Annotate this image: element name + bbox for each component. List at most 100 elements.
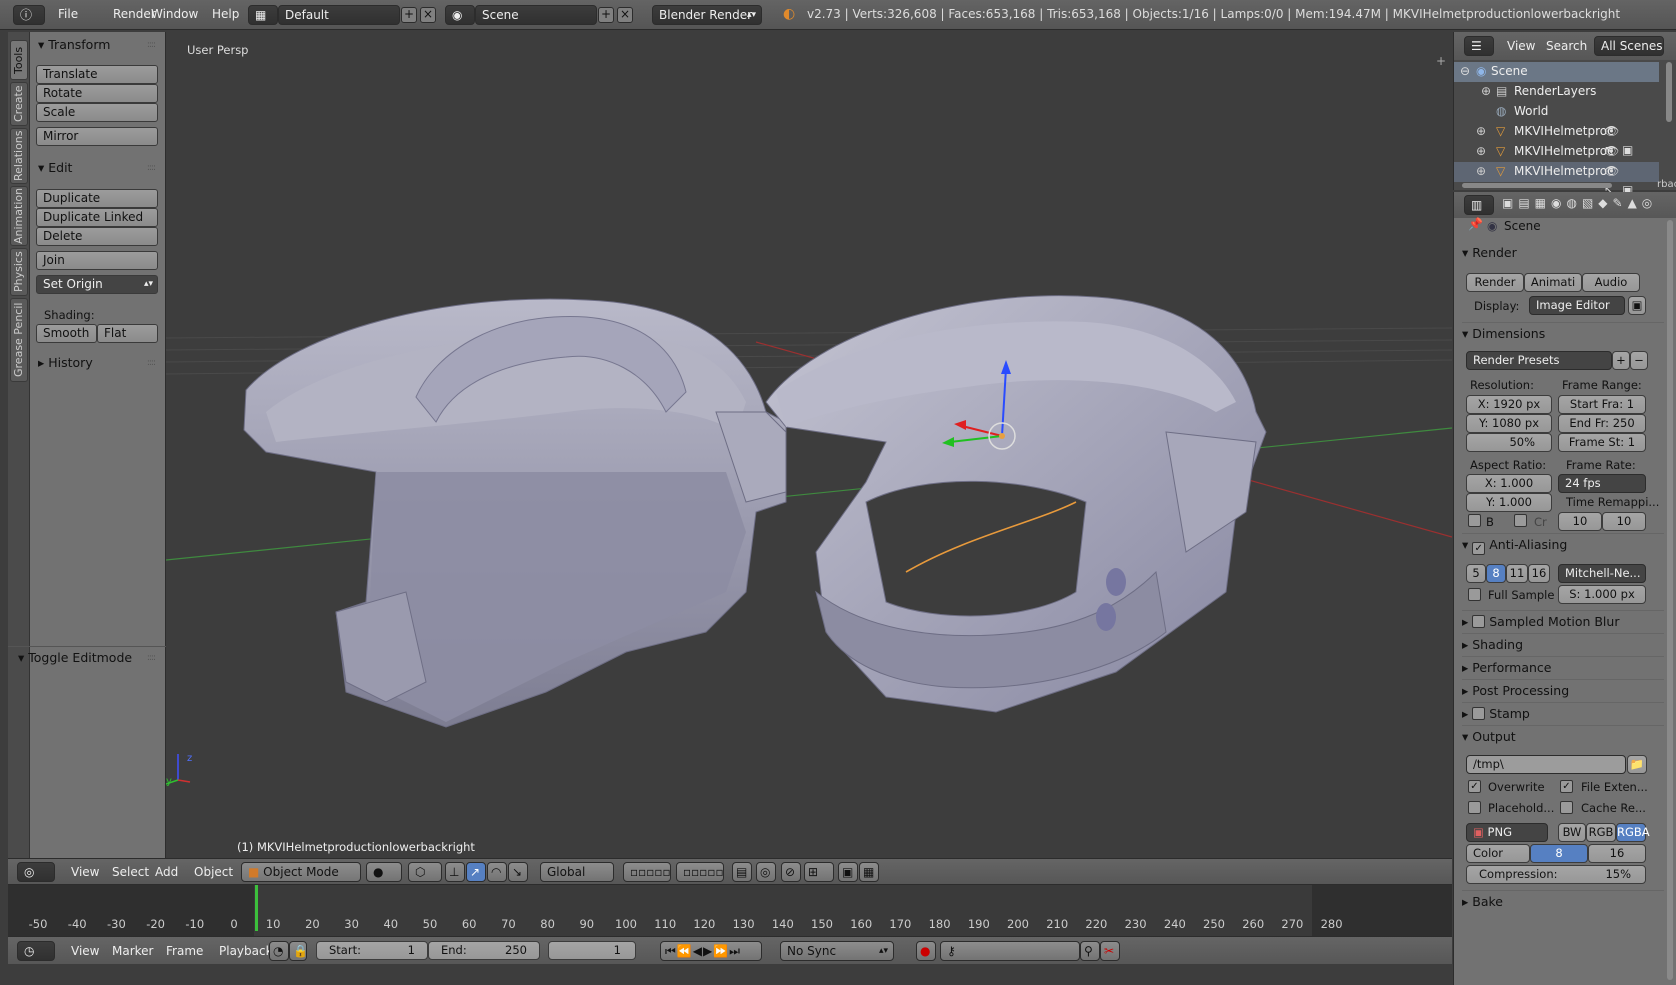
add-preset-icon[interactable]: +: [1612, 351, 1630, 370]
file-extensions-checkbox[interactable]: ✓: [1560, 780, 1573, 793]
sync-mode-select[interactable]: No Sync ▴▾: [780, 941, 894, 961]
rotate-manipulator-icon[interactable]: ◠: [487, 862, 507, 882]
layers-grid-2[interactable]: ▫▫▫▫▫: [676, 862, 724, 882]
stamp-checkbox[interactable]: [1472, 707, 1486, 720]
pivot-point-select[interactable]: ⬡: [408, 862, 442, 882]
add-scene-icon[interactable]: +: [598, 7, 614, 23]
translate-manipulator-icon[interactable]: ↗: [466, 862, 486, 882]
outliner-menu-view[interactable]: View: [1507, 39, 1535, 53]
render-panel-header[interactable]: ▾ Render: [1462, 242, 1664, 264]
expand-icon[interactable]: ⊕: [1476, 122, 1486, 141]
shading-panel-header[interactable]: ▸ Shading: [1462, 633, 1664, 655]
outliner-filter-select[interactable]: All Scenes: [1594, 36, 1664, 56]
editor-type-outliner-button[interactable]: ☰: [1464, 36, 1494, 56]
display-select[interactable]: Image Editor: [1529, 296, 1625, 315]
render-presets-select[interactable]: Render Presets: [1466, 351, 1612, 370]
menu-marker[interactable]: Marker: [112, 944, 153, 958]
resolution-x-field[interactable]: X: 1920 px: [1466, 395, 1552, 414]
outliner-hscrollbar[interactable]: [1462, 183, 1612, 188]
preview-range-icon[interactable]: ◔: [269, 941, 289, 961]
aa-samples-16[interactable]: 16: [1528, 564, 1550, 583]
toggle-editmode-header[interactable]: ▾ Toggle Editmode: [18, 650, 132, 665]
aa-samples-8[interactable]: 8: [1486, 564, 1506, 583]
bake-panel-header[interactable]: ▸ Bake: [1462, 890, 1664, 912]
display-window-icon[interactable]: ▣: [1628, 296, 1646, 315]
render-still-button[interactable]: Render: [1466, 273, 1524, 292]
viewport-scene[interactable]: [166, 32, 1452, 858]
snap-element-icon[interactable]: ⊞: [804, 862, 834, 882]
timeline-area[interactable]: -50 -40 -30 -20 -10 0 10 20 30 40 50 60 70 80 90 100 110…: [8, 884, 1452, 937]
interaction-mode-select[interactable]: ■ Object Mode: [241, 862, 361, 882]
resolution-y-field[interactable]: Y: 1080 px: [1466, 414, 1552, 433]
remove-layout-icon[interactable]: ×: [420, 7, 436, 23]
post-processing-panel-header[interactable]: ▸ Post Processing: [1462, 679, 1664, 701]
color-depth-8[interactable]: 8: [1530, 844, 1588, 863]
aa-samples-5[interactable]: 5: [1466, 564, 1486, 583]
proportional-edit-icon[interactable]: ◎: [756, 862, 776, 882]
playback-controls[interactable]: ⏮⏪◀▶⏩⏭: [660, 941, 762, 961]
color-mode-rgb[interactable]: RGB: [1586, 823, 1616, 842]
color-mode-rgba[interactable]: RGBA: [1616, 823, 1650, 842]
edit-panel-header[interactable]: ▾ Edit: [38, 160, 72, 175]
anti-aliasing-checkbox[interactable]: ✓: [1472, 542, 1486, 555]
start-frame-field[interactable]: Start: 1: [316, 941, 428, 960]
properties-scrollbar[interactable]: [1667, 220, 1673, 980]
outliner-row-object[interactable]: ⊕▽MKVIHelmetproc👁↖▣: [1454, 142, 1659, 177]
3d-viewport[interactable]: z y User Persp (1) MKVIHelmetproductionl…: [166, 32, 1452, 858]
expand-icon[interactable]: ⊕: [1481, 82, 1491, 101]
overwrite-checkbox[interactable]: ✓: [1468, 780, 1481, 793]
layers-grid-1[interactable]: ▫▫▫▫▫: [623, 862, 671, 882]
editor-type-info-button[interactable]: ⓘ: [13, 5, 45, 25]
tab-animation[interactable]: Animation: [10, 186, 28, 246]
menu-frame[interactable]: Frame: [166, 944, 203, 958]
collapse-icon[interactable]: ⊖: [1460, 62, 1470, 81]
aspect-y-field[interactable]: Y: 1.000: [1466, 493, 1552, 512]
history-panel-header[interactable]: ▸ History: [38, 355, 93, 370]
menu-help[interactable]: Help: [212, 7, 239, 21]
panel-grip-icon[interactable]: ::::: [147, 358, 156, 368]
compression-slider[interactable]: Compression: 15%: [1466, 865, 1646, 884]
frame-step-field[interactable]: Frame St: 1: [1558, 433, 1646, 452]
outliner-row-scene[interactable]: ⊖ ◉ Scene: [1454, 62, 1659, 82]
border-checkbox[interactable]: [1468, 514, 1481, 527]
snap-toggle-icon[interactable]: ⊘: [781, 862, 801, 882]
transform-panel-header[interactable]: ▾ Transform: [38, 37, 110, 52]
tab-create[interactable]: Create: [10, 82, 28, 126]
duplicate-linked-button[interactable]: Duplicate Linked: [36, 208, 158, 227]
menu-playback[interactable]: Playback: [219, 944, 273, 958]
tab-relations[interactable]: Relations: [10, 128, 28, 184]
menu-timeline-view[interactable]: View: [71, 944, 99, 958]
delete-keyframe-icon[interactable]: ✂: [1100, 941, 1120, 961]
outliner-row-object[interactable]: ⊕▽MKVIHelmetproc👁↖▣: [1454, 122, 1659, 157]
file-browse-icon[interactable]: 📁: [1627, 755, 1647, 774]
duplicate-button[interactable]: Duplicate: [36, 189, 158, 208]
menu-object[interactable]: Object: [194, 865, 233, 879]
filter-size-field[interactable]: S: 1.000 px: [1558, 585, 1646, 604]
remove-preset-icon[interactable]: −: [1630, 351, 1648, 370]
render-opengl-icon[interactable]: ▣: [838, 862, 858, 882]
menu-add[interactable]: Add: [155, 865, 178, 879]
viewport-shading-select[interactable]: ●: [366, 862, 402, 882]
set-origin-dropdown[interactable]: Set Origin ▴▾: [36, 275, 158, 294]
cache-result-checkbox[interactable]: [1560, 801, 1573, 814]
resolution-percent-slider[interactable]: 50%: [1466, 433, 1552, 452]
scene-name-field[interactable]: Scene: [475, 5, 597, 25]
end-frame-prop-field[interactable]: End Fr: 250: [1558, 414, 1646, 433]
output-path-field[interactable]: /tmp\: [1466, 755, 1626, 774]
scale-button[interactable]: Scale: [36, 103, 158, 122]
file-format-select[interactable]: ▣ PNG: [1466, 823, 1548, 842]
sampled-motion-blur-header[interactable]: ▸ Sampled Motion Blur: [1462, 610, 1664, 632]
remap-new-field[interactable]: 10: [1602, 512, 1646, 531]
tab-tools[interactable]: Tools: [10, 40, 28, 80]
keying-set-field[interactable]: ⚷: [940, 941, 1080, 961]
panel-grip-icon[interactable]: ::::: [147, 163, 156, 173]
render-audio-button[interactable]: Audio: [1582, 273, 1640, 292]
render-engine-select[interactable]: Blender Render ▴▾: [652, 5, 762, 25]
outliner-menu-search[interactable]: Search: [1546, 39, 1587, 53]
color-depth-16[interactable]: 16: [1588, 844, 1646, 863]
outliner-row-world[interactable]: ◍ World: [1454, 102, 1659, 122]
manipulator-toggle-icon[interactable]: ⊥: [445, 862, 465, 882]
output-panel-header[interactable]: ▾ Output: [1462, 725, 1664, 747]
color-mode-bw[interactable]: BW: [1558, 823, 1586, 842]
add-region-icon[interactable]: +: [1436, 54, 1446, 68]
